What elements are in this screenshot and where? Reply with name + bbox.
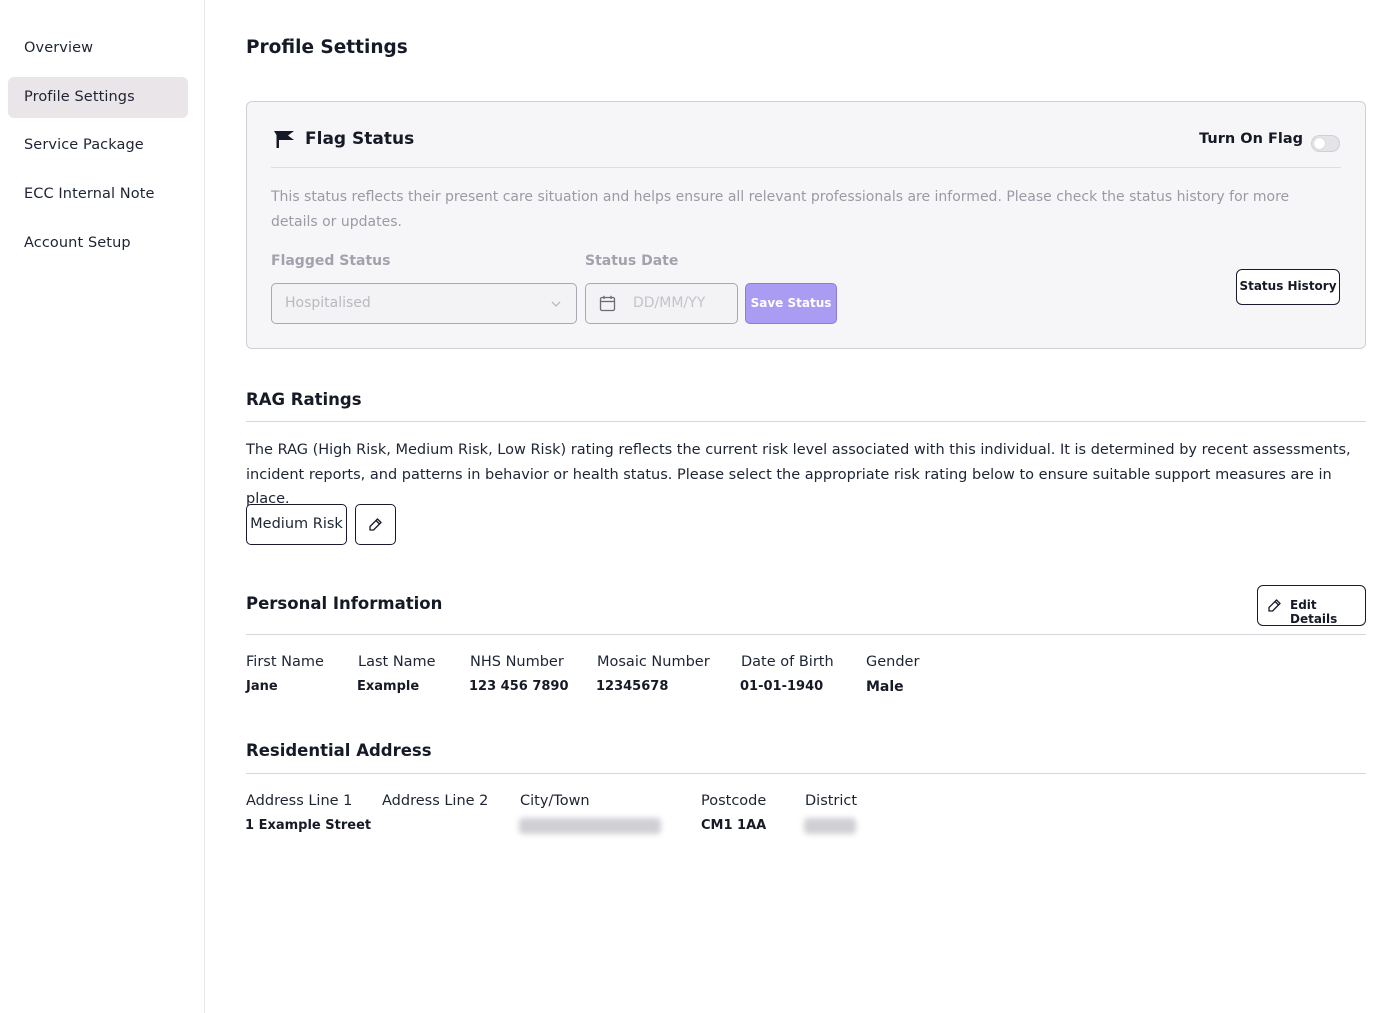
first-name-value: Jane xyxy=(246,679,278,694)
flagged-status-label: Flagged Status xyxy=(271,253,391,269)
date-of-birth-value: 01-01-1940 xyxy=(740,679,824,694)
sidebar: Overview Profile Settings Service Packag… xyxy=(0,0,205,1013)
save-status-button[interactable]: Save Status xyxy=(745,283,837,324)
pencil-icon xyxy=(369,518,382,531)
chevron-down-icon xyxy=(551,301,561,307)
district-value-redacted xyxy=(804,818,856,834)
sidebar-item-account-setup[interactable]: Account Setup xyxy=(8,223,188,264)
sidebar-item-service-package[interactable]: Service Package xyxy=(8,125,188,166)
flag-status-description: This status reflects their present care … xyxy=(271,189,1290,230)
turn-on-flag-label: Turn On Flag xyxy=(1199,131,1303,147)
flag-icon xyxy=(274,131,294,148)
last-name-value: Example xyxy=(357,679,420,694)
gender-label: Gender xyxy=(866,654,920,670)
divider xyxy=(246,634,1366,635)
calendar-icon xyxy=(599,295,616,312)
flag-status-title: Flag Status xyxy=(305,129,415,149)
mosaic-number-value: 12345678 xyxy=(596,679,669,694)
divider xyxy=(246,773,1366,774)
nhs-number-label: NHS Number xyxy=(470,654,564,670)
address-line-1-value: 1 Example Street xyxy=(245,818,372,833)
edit-details-button[interactable]: Edit Details xyxy=(1257,585,1366,626)
city-town-value-redacted xyxy=(519,818,661,834)
edit-risk-button[interactable] xyxy=(355,504,396,545)
turn-on-flag-toggle[interactable] xyxy=(1311,135,1340,152)
first-name-label: First Name xyxy=(246,654,324,670)
rag-description: The RAG (High Risk, Medium Risk, Low Ris… xyxy=(246,442,1351,507)
pencil-icon xyxy=(1268,599,1281,612)
status-date-placeholder: DD/MM/YY xyxy=(633,295,706,311)
address-line-1-label: Address Line 1 xyxy=(246,793,353,809)
sidebar-item-overview[interactable]: Overview xyxy=(8,28,188,69)
personal-information-title: Personal Information xyxy=(246,594,443,613)
status-history-button[interactable]: Status History xyxy=(1236,269,1340,305)
rag-ratings-title: RAG Ratings xyxy=(246,390,362,409)
postcode-label: Postcode xyxy=(701,793,767,809)
date-of-birth-label: Date of Birth xyxy=(741,654,834,670)
flag-status-card: Flag Status Turn On Flag This status ref… xyxy=(246,101,1366,349)
address-line-2-label: Address Line 2 xyxy=(382,793,489,809)
last-name-label: Last Name xyxy=(358,654,436,670)
nhs-number-value: 123 456 7890 xyxy=(469,679,569,694)
divider xyxy=(246,421,1366,422)
page-title: Profile Settings xyxy=(246,37,408,58)
edit-details-label: Edit Details xyxy=(1290,598,1338,626)
flagged-status-value: Hospitalised xyxy=(285,295,371,311)
risk-rating-button[interactable]: Medium Risk xyxy=(246,504,347,545)
gender-value: Male xyxy=(866,679,904,695)
postcode-value: CM1 1AA xyxy=(701,818,767,833)
sidebar-item-profile-settings[interactable]: Profile Settings xyxy=(8,77,188,118)
district-label: District xyxy=(805,793,858,809)
city-town-label: City/Town xyxy=(520,793,590,809)
status-date-input[interactable]: DD/MM/YY xyxy=(585,283,738,324)
flagged-status-select[interactable]: Hospitalised xyxy=(271,283,577,324)
sidebar-item-ecc-internal-note[interactable]: ECC Internal Note xyxy=(8,174,188,215)
status-date-label: Status Date xyxy=(585,253,679,269)
mosaic-number-label: Mosaic Number xyxy=(597,654,710,670)
toggle-knob xyxy=(1314,138,1325,149)
divider xyxy=(271,167,1341,168)
residential-address-title: Residential Address xyxy=(246,741,432,760)
